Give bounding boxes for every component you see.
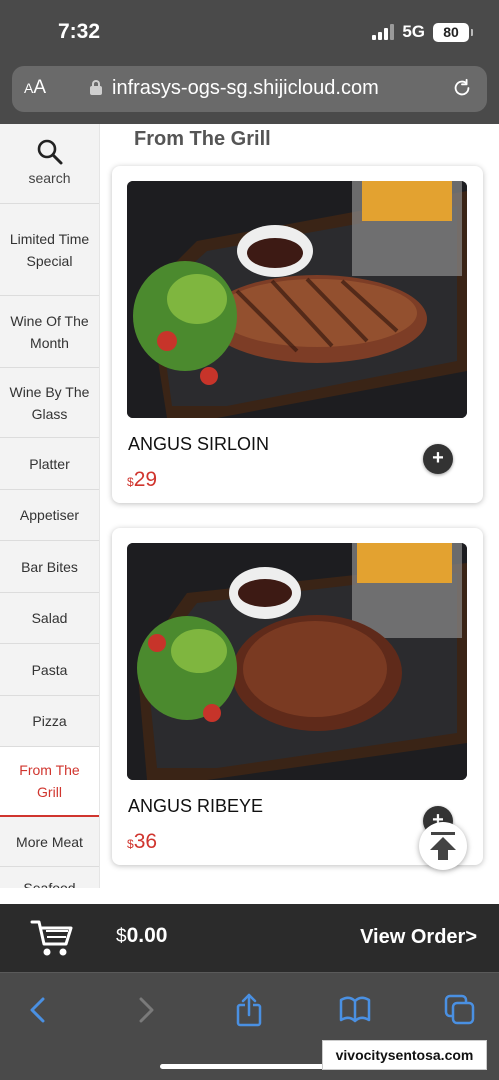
network-type: 5G xyxy=(402,22,425,41)
sidebar-item-bar-bites[interactable]: Bar Bites xyxy=(0,541,99,593)
share-icon[interactable] xyxy=(232,993,266,1027)
section-title: From The Grill xyxy=(134,128,271,150)
text-size-button[interactable]: AA xyxy=(24,77,46,99)
sidebar-item-wine-of-the-month[interactable]: Wine Of The Month xyxy=(0,296,99,368)
sidebar-item-pizza[interactable]: Pizza xyxy=(0,696,99,747)
view-order-button[interactable]: View Order> xyxy=(360,926,477,949)
home-indicator xyxy=(160,1064,336,1069)
shopping-cart-icon[interactable] xyxy=(30,918,74,958)
menu-item-card[interactable]: ANGUS RIBEYE $36 + xyxy=(112,528,483,865)
sidebar-item-appetiser[interactable]: Appetiser xyxy=(0,490,99,541)
status-indicators: 5G 80 xyxy=(372,22,473,42)
menu-item-card[interactable]: ANGUS SIRLOIN $29 + xyxy=(112,166,483,503)
menu-content: From The Grill ANGUS SIRLOIN $29 + ANGUS… xyxy=(100,124,499,888)
sidebar-item-seafood[interactable]: Seafood xyxy=(0,867,99,888)
lock-icon xyxy=(90,80,102,95)
cart-bar: $0.00 View Order> xyxy=(0,904,499,972)
search-label: search xyxy=(28,170,71,186)
dish-price: $36 xyxy=(127,830,158,853)
dish-image xyxy=(127,543,467,780)
browser-chrome: 7:32 5G 80 AA infrasys-ogs-sg.shijicloud… xyxy=(0,0,499,124)
bookmarks-icon[interactable] xyxy=(338,993,372,1027)
sidebar-item-pasta[interactable]: Pasta xyxy=(0,644,99,696)
scroll-to-top-button[interactable] xyxy=(419,822,467,870)
sidebar-item-platter[interactable]: Platter xyxy=(0,438,99,490)
search-icon xyxy=(37,139,62,165)
add-to-cart-button[interactable]: + xyxy=(423,444,453,474)
address-bar[interactable]: AA infrasys-ogs-sg.shijicloud.com xyxy=(12,66,487,112)
url-text[interactable]: infrasys-ogs-sg.shijicloud.com xyxy=(112,77,379,100)
tabs-icon[interactable] xyxy=(443,993,477,1027)
back-icon[interactable] xyxy=(22,993,56,1027)
sidebar-item-from-the-grill[interactable]: From The Grill xyxy=(0,747,99,817)
arrow-up-to-top-icon xyxy=(430,832,456,860)
forward-icon[interactable] xyxy=(128,993,162,1027)
sidebar-item-salad[interactable]: Salad xyxy=(0,593,99,644)
sidebar-item-limited-time-special[interactable]: Limited Time Special xyxy=(0,204,99,296)
sidebar-item-more-meat[interactable]: More Meat xyxy=(0,817,99,867)
category-sidebar: search Limited Time Special Wine Of The … xyxy=(0,124,100,888)
watermark: vivocitysentosa.com xyxy=(322,1040,487,1070)
sidebar-item-wine-by-the-glass[interactable]: Wine By The Glass xyxy=(0,368,99,438)
dish-name: ANGUS SIRLOIN xyxy=(128,434,270,454)
cart-total: $0.00 xyxy=(116,924,168,947)
status-time: 7:32 xyxy=(58,20,101,43)
dish-image xyxy=(127,181,467,418)
dish-name: ANGUS RIBEYE xyxy=(128,796,264,816)
signal-icon xyxy=(372,24,395,40)
sidebar-search[interactable]: search xyxy=(0,124,99,204)
battery-icon: 80 xyxy=(433,22,473,42)
dish-price: $29 xyxy=(127,468,158,491)
reload-icon[interactable] xyxy=(451,77,473,99)
